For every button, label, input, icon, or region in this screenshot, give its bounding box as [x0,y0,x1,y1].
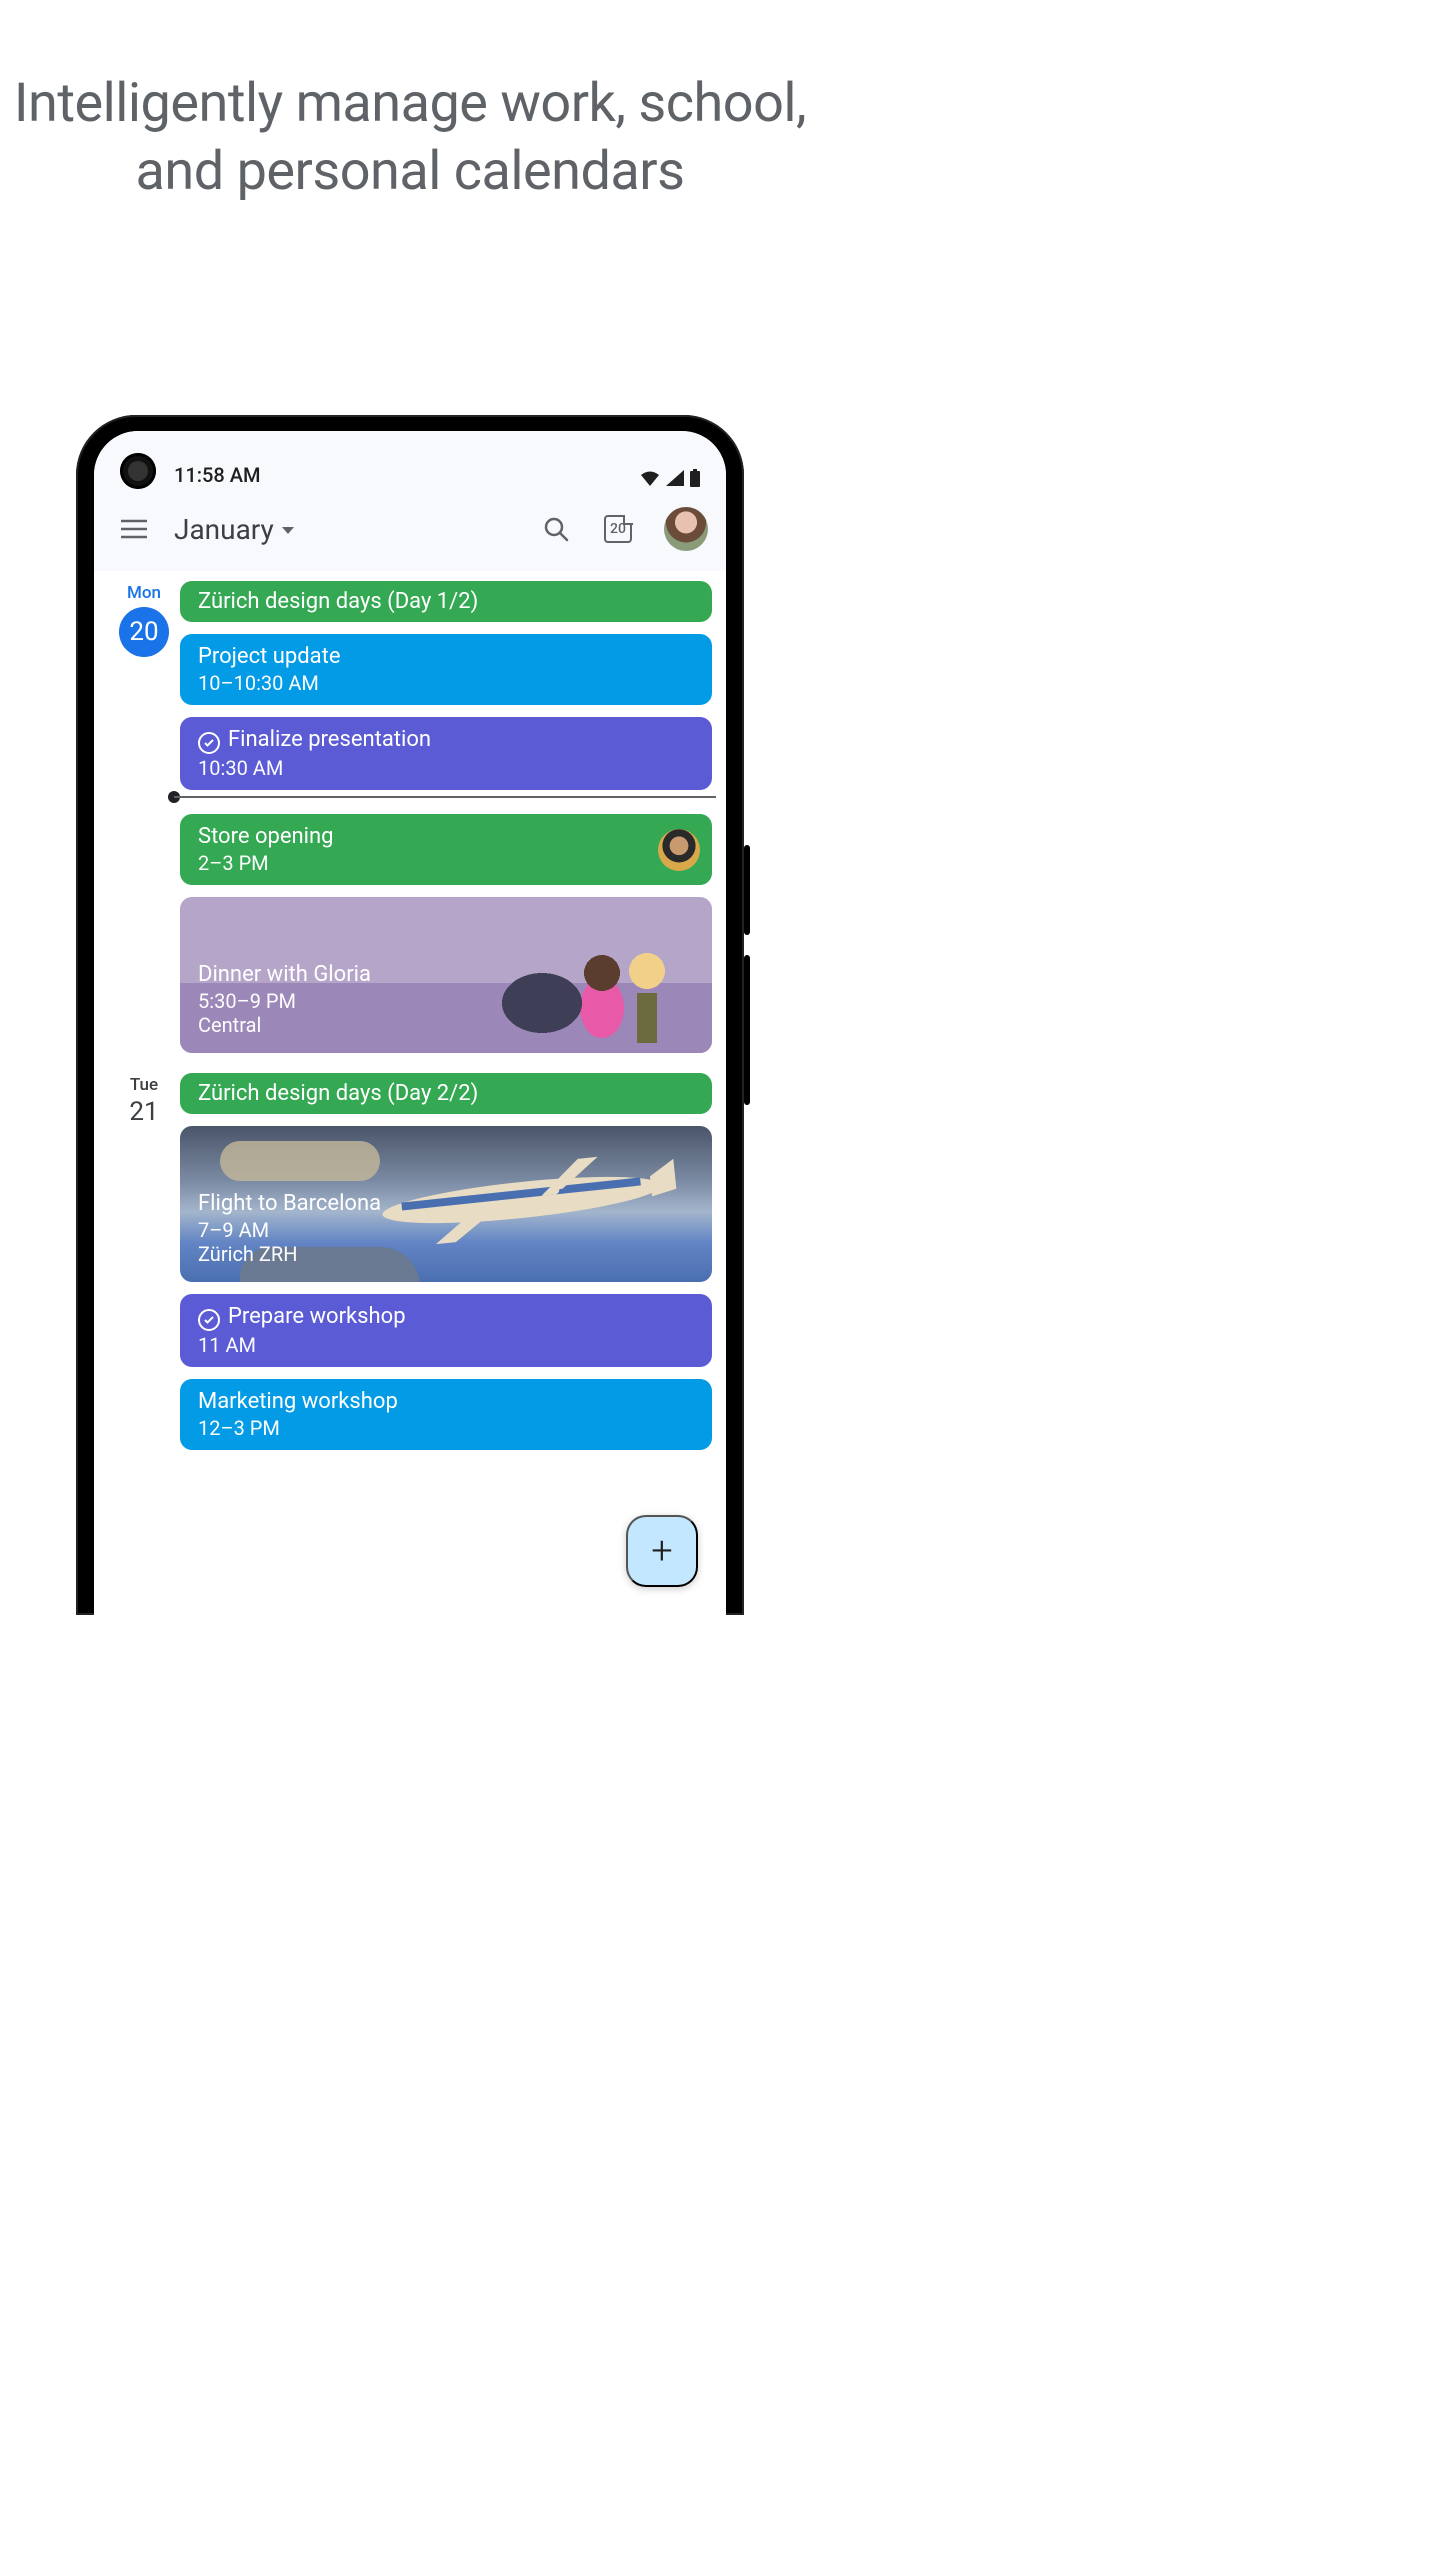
promo-headline: Intelligently manage work, school, and p… [0,70,820,205]
wifi-icon [640,470,660,486]
event-title: Store opening [198,824,694,849]
create-event-fab[interactable]: + [626,1515,698,1587]
month-selector[interactable]: January [174,513,294,546]
event-card[interactable]: Project update10–10:30 AM [180,634,712,705]
event-time: 7–9 AM [198,1218,694,1242]
profile-avatar[interactable] [664,507,708,551]
event-card[interactable]: Zürich design days (Day 1/2) [180,581,712,622]
status-time: 11:58 AM [174,443,640,487]
event-card[interactable]: Marketing workshop12–3 PM [180,1379,712,1450]
menu-button[interactable] [112,507,156,551]
date-header[interactable]: Tue21 [108,1073,180,1450]
event-location: Central [198,1013,694,1037]
day-of-week: Tue [108,1075,180,1095]
phone-mockup: 11:58 AM January [76,415,744,1615]
date-header[interactable]: Mon 20 [108,581,180,1053]
signal-icon [666,470,684,486]
event-time: 10:30 AM [198,756,694,780]
event-time: 5:30–9 PM [198,989,694,1013]
event-time: 10–10:30 AM [198,671,694,695]
today-button[interactable]: 20 [596,507,640,551]
event-card[interactable]: Zürich design days (Day 2/2) [180,1073,712,1114]
status-bar: 11:58 AM [94,431,726,487]
event-card[interactable]: Flight to Barcelona7–9 AMZürich ZRH [180,1126,712,1282]
camera-cutout [120,453,156,489]
day-number: 20 [119,607,169,657]
dropdown-icon [282,527,294,534]
event-title: Zürich design days (Day 2/2) [198,1081,694,1106]
event-title: Flight to Barcelona [198,1191,694,1216]
day-block: Tue21 Zürich design days (Day 2/2) Flight… [94,1073,726,1450]
task-check-icon [198,732,220,754]
day-number: 21 [108,1097,180,1127]
calendar-date-icon: 20 [604,515,632,543]
event-location: Zürich ZRH [198,1242,694,1266]
plus-icon: + [651,1532,672,1570]
attendee-avatar [658,829,700,871]
event-title: Zürich design days (Day 1/2) [198,589,694,614]
app-bar: January 20 [94,487,726,571]
event-title: Finalize presentation [198,727,694,754]
event-time: 2–3 PM [198,851,694,875]
event-title: Marketing workshop [198,1389,694,1414]
event-title: Dinner with Gloria [198,962,694,987]
task-check-icon [198,1309,220,1331]
day-of-week: Mon [108,583,180,603]
event-card[interactable]: Dinner with Gloria5:30–9 PMCentral [180,897,712,1053]
event-time: 11 AM [198,1333,694,1357]
battery-icon [690,469,700,487]
event-time: 12–3 PM [198,1416,694,1440]
schedule-list[interactable]: Mon 20 Zürich design days (Day 1/2) Project… [94,571,726,1615]
event-card[interactable]: Finalize presentation10:30 AM [180,717,712,790]
search-button[interactable] [534,507,578,551]
month-label: January [174,513,274,546]
event-card[interactable]: Prepare workshop11 AM [180,1294,712,1367]
event-card[interactable]: Store opening2–3 PM [180,814,712,885]
day-block: Mon 20 Zürich design days (Day 1/2) Project… [94,581,726,1053]
event-title: Prepare workshop [198,1304,694,1331]
event-title: Project update [198,644,694,669]
